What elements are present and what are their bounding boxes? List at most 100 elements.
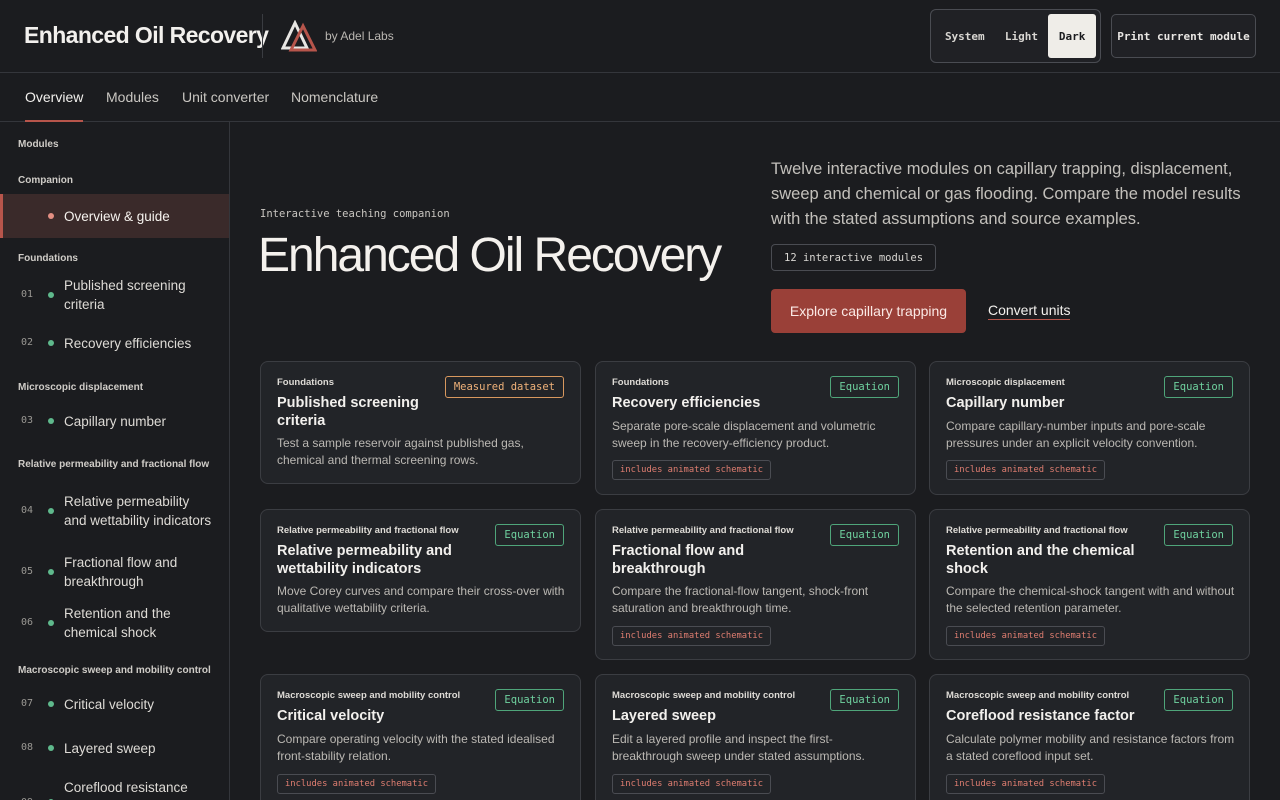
sidebar-item-03[interactable]: 03 Capillary number [0, 411, 229, 431]
card-category: Relative permeability and fractional flo… [277, 525, 459, 536]
module-card-fractional-flow[interactable]: Relative permeability and fractional flo… [595, 509, 916, 660]
card-badge: Equation [495, 524, 564, 546]
card-badge: Equation [495, 689, 564, 711]
theme-light-button[interactable]: Light [995, 14, 1049, 58]
print-module-button[interactable]: Print current module [1111, 14, 1256, 58]
sidebar-item-overview[interactable]: Overview & guide [0, 194, 229, 238]
card-badge: Equation [830, 689, 899, 711]
convert-units-link[interactable]: Convert units [988, 302, 1071, 320]
sidebar-group-companion: Companion [18, 175, 73, 186]
sidebar-item-number: 04 [21, 504, 34, 516]
status-dot-icon [48, 507, 54, 514]
tab-overview[interactable]: Overview [25, 73, 84, 122]
status-dot-icon [48, 292, 54, 298]
card-title: Recovery efficiencies [612, 395, 761, 411]
theme-switch: System Light Dark [930, 9, 1101, 63]
animated-schematic-chip: includes animated schematic [946, 626, 1105, 646]
animated-schematic-chip: includes animated schematic [612, 460, 771, 480]
hero-eyebrow: Interactive teaching companion [260, 208, 450, 220]
animated-schematic-chip: includes animated schematic [612, 626, 771, 646]
sidebar-heading: Modules [18, 139, 59, 150]
card-title: Layered sweep [612, 708, 716, 724]
tab-nomenclature[interactable]: Nomenclature [291, 73, 378, 121]
module-card-retention-chemical-shock[interactable]: Relative permeability and fractional flo… [929, 509, 1250, 660]
main-nav: Overview Modules Unit converter Nomencla… [0, 73, 1280, 122]
sidebar-item-number: 03 [21, 415, 34, 426]
card-category: Macroscopic sweep and mobility control [946, 690, 1130, 701]
module-card-coreflood-resistance[interactable]: Macroscopic sweep and mobility control E… [929, 674, 1250, 800]
card-title: Capillary number [946, 395, 1065, 411]
sidebar-item-number: 01 [21, 289, 34, 300]
card-description: Compare the chemical-shock tangent with … [946, 584, 1235, 615]
sidebar-item-label: Coreflood resistance [64, 780, 188, 795]
card-category: Relative permeability and fractional flo… [946, 525, 1128, 536]
status-dot-icon [48, 701, 54, 707]
card-title: Published screening criteria [277, 395, 419, 429]
sidebar-item-label: Critical velocity [64, 696, 155, 712]
sidebar-item-08[interactable]: 08 Layered sweep [0, 738, 229, 758]
card-category: Foundations [612, 377, 669, 388]
card-badge: Equation [830, 376, 899, 398]
module-card-layered-sweep[interactable]: Macroscopic sweep and mobility control E… [595, 674, 916, 800]
card-title: Critical velocity [277, 708, 385, 724]
card-badge: Equation [1164, 524, 1233, 546]
sidebar-group-microscopic: Microscopic displacement [18, 382, 144, 393]
sidebar-item-04[interactable]: 04 Relative permeability and wettability… [0, 482, 229, 539]
sidebar-item-09[interactable]: 09 Coreflood resistance [0, 778, 229, 800]
adel-labs-logo-icon [281, 20, 317, 52]
sidebar-item-05[interactable]: 05 Fractional flow and breakthrough [0, 553, 229, 591]
sidebar-item-label: Fractional flow and breakthrough [64, 555, 178, 589]
explore-capillary-trapping-button[interactable]: Explore capillary trapping [771, 289, 966, 333]
card-badge: Equation [1164, 376, 1233, 398]
byline: by Adel Labs [325, 29, 394, 43]
sidebar-item-label: Capillary number [64, 413, 167, 429]
sidebar-item-label: Overview & guide [64, 208, 170, 224]
card-badge: Equation [830, 524, 899, 546]
card-description: Edit a layered profile and inspect the f… [612, 732, 865, 763]
theme-system-button[interactable]: System [935, 14, 995, 58]
card-description: Test a sample reservoir against publishe… [277, 436, 524, 467]
card-title: Fractional flow and breakthrough [612, 543, 745, 577]
card-title: Coreflood resistance factor [946, 708, 1135, 724]
module-count-badge: 12 interactive modules [771, 244, 937, 271]
module-card-relative-permeability[interactable]: Relative permeability and fractional flo… [260, 509, 581, 632]
animated-schematic-chip: includes animated schematic [946, 460, 1105, 480]
sidebar: Modules Companion Overview & guide Found… [0, 122, 230, 800]
card-description: Compare operating velocity with the stat… [277, 732, 555, 763]
sidebar-item-number: 07 [21, 698, 34, 709]
card-category: Microscopic displacement [946, 377, 1065, 388]
sidebar-item-02[interactable]: 02 Recovery efficiencies [0, 333, 229, 353]
card-description: Calculate polymer mobility and resistanc… [946, 732, 1235, 763]
card-description: Compare the fractional-flow tangent, sho… [612, 584, 869, 615]
sidebar-item-01[interactable]: 01 Published screening criteria [0, 276, 229, 314]
status-dot-icon [48, 569, 54, 575]
page-title: Enhanced Oil Recovery [258, 229, 722, 282]
module-card-critical-velocity[interactable]: Macroscopic sweep and mobility control E… [260, 674, 581, 800]
sidebar-item-number: 02 [21, 337, 34, 348]
animated-schematic-chip: includes animated schematic [612, 774, 771, 794]
theme-dark-button[interactable]: Dark [1048, 14, 1096, 58]
status-dot-icon [48, 340, 54, 346]
card-title: Retention and the chemical shock [946, 543, 1135, 577]
sidebar-item-07[interactable]: 07 Critical velocity [0, 694, 229, 714]
sidebar-item-label: Relative permeability and wettability in… [64, 493, 212, 528]
sidebar-group-relperm: Relative permeability and fractional flo… [18, 459, 210, 470]
status-dot-icon [48, 418, 54, 424]
animated-schematic-chip: includes animated schematic [277, 774, 436, 794]
module-card-recovery-efficiencies[interactable]: Foundations Equation Recovery efficienci… [595, 361, 916, 495]
card-title: Relative permeability and wettability in… [277, 543, 452, 577]
sidebar-item-label: Layered sweep [64, 740, 156, 756]
sidebar-item-06[interactable]: 06 Retention and the chemical shock [0, 604, 229, 642]
sidebar-item-number: 05 [21, 566, 34, 577]
sidebar-item-number: 06 [21, 617, 34, 628]
header-divider [262, 14, 263, 58]
status-dot-icon [48, 620, 54, 626]
sidebar-item-number: 08 [21, 742, 34, 753]
tab-modules[interactable]: Modules [106, 73, 159, 121]
tab-unit-converter[interactable]: Unit converter [182, 73, 269, 121]
module-card-capillary-number[interactable]: Microscopic displacement Equation Capill… [929, 361, 1250, 495]
module-card-screening[interactable]: Foundations Measured dataset Published s… [260, 361, 581, 484]
sidebar-group-foundations: Foundations [18, 253, 78, 264]
card-description: Separate pore-scale displacement and vol… [612, 419, 876, 450]
sidebar-item-label: Retention and the chemical shock [64, 606, 171, 640]
